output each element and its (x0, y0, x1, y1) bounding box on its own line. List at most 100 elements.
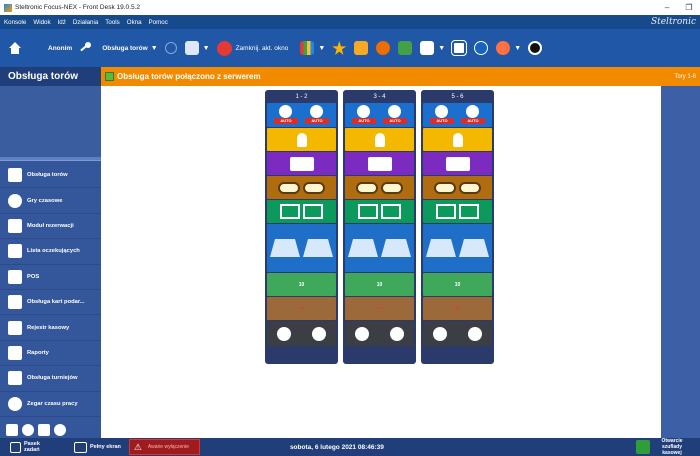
cart-icon[interactable] (354, 41, 369, 55)
key-icon[interactable] (78, 41, 92, 55)
star-icon[interactable] (332, 41, 347, 55)
sidebar-item-pos[interactable]: POS (0, 265, 101, 290)
ball-icon[interactable] (468, 326, 482, 341)
fullscreen-button[interactable]: Pełny ekran (74, 441, 121, 453)
lane-icon[interactable] (303, 239, 333, 257)
menu-dzialania[interactable]: Działania (73, 19, 98, 26)
lane-icon[interactable] (381, 239, 411, 257)
auto-mode-icon[interactable]: AUTO (428, 105, 456, 125)
bumper-icon[interactable] (459, 181, 481, 194)
bumper-icon[interactable] (356, 181, 378, 194)
lane-icon[interactable] (426, 239, 456, 257)
lane-icon[interactable] (459, 239, 489, 257)
lane-surface-row[interactable] (345, 224, 414, 272)
lightbulb-icon[interactable] (452, 132, 463, 147)
parking-icon[interactable] (474, 41, 489, 55)
bumpers-row[interactable] (423, 176, 492, 199)
auto-mode-icon[interactable]: AUTO (350, 105, 378, 125)
sidebar-item-tournaments[interactable]: Obsługa turniejów (0, 366, 101, 392)
foul-line-icon[interactable]: ••• (454, 306, 460, 312)
restore-button[interactable]: ❐ (678, 3, 700, 12)
monitor-icon[interactable] (459, 204, 479, 219)
monitor-icon[interactable] (381, 204, 401, 219)
menu-okna[interactable]: Okna (127, 19, 142, 26)
list-icon[interactable] (184, 41, 199, 55)
lightbulb-icon[interactable] (374, 132, 385, 147)
ball-return-row[interactable] (423, 321, 492, 346)
lightbulb-icon[interactable] (296, 132, 307, 147)
monitor-icon[interactable] (303, 204, 323, 219)
bumper-icon[interactable] (278, 181, 300, 194)
money-icon[interactable] (54, 424, 66, 437)
pins-row[interactable]: 10 (423, 273, 492, 296)
bumpers-row[interactable] (345, 176, 414, 199)
close-window-button[interactable]: Zamknij. akt. okno (236, 45, 289, 52)
calculator-icon[interactable] (38, 424, 50, 437)
chevron-down-icon[interactable]: ▼ (438, 45, 445, 52)
user-name[interactable]: Anonim (48, 45, 72, 52)
camera-row[interactable] (423, 152, 492, 175)
monitor-icon[interactable] (436, 204, 456, 219)
settings-icon[interactable] (22, 424, 34, 437)
camera-pins-icon[interactable] (367, 156, 392, 171)
ball-icon[interactable] (355, 326, 369, 341)
sidebar-item-reports[interactable]: Raporty (0, 341, 101, 367)
foul-line-row[interactable]: ••• (345, 297, 414, 320)
menu-tools[interactable]: Tools (105, 19, 119, 26)
foul-line-row[interactable]: ••• (423, 297, 492, 320)
pins-icon[interactable]: 10 (299, 282, 305, 288)
close-icon[interactable] (216, 40, 232, 56)
ball-icon[interactable] (277, 326, 291, 341)
lane-icon[interactable] (270, 239, 300, 257)
auto-mode-icon[interactable]: AUTO (303, 105, 331, 125)
monitor-row[interactable] (267, 200, 336, 223)
edit-icon[interactable] (420, 41, 435, 55)
chevron-down-icon[interactable]: ▼ (514, 45, 521, 52)
lanes-menu-button[interactable]: Obsługa torów (102, 45, 148, 52)
bumper-icon[interactable] (303, 181, 325, 194)
lane-surface-row[interactable] (267, 224, 336, 272)
foul-line-icon[interactable]: ••• (376, 306, 382, 312)
sidebar-item-time-clock[interactable]: Zegar czasu pracy (0, 392, 101, 417)
bumper-icon[interactable] (381, 181, 403, 194)
camera-pins-icon[interactable] (289, 156, 314, 171)
lane-surface-row[interactable] (423, 224, 492, 272)
alarm-button[interactable]: ⚠ Awarie wyłączenie (128, 439, 200, 455)
home-icon[interactable] (8, 41, 22, 55)
users-icon[interactable] (6, 424, 18, 437)
foul-line-icon[interactable]: ••• (298, 306, 304, 312)
monitor-icon[interactable] (358, 204, 378, 219)
auto-mode-icon[interactable]: AUTO (272, 105, 300, 125)
ball-return-row[interactable] (345, 321, 414, 346)
power-icon[interactable] (528, 41, 543, 55)
chevron-down-icon[interactable]: ▼ (151, 45, 158, 52)
menu-idz[interactable]: Idź (58, 19, 66, 26)
taskbar-button[interactable]: Pasek zadań (10, 441, 60, 453)
camera-pins-icon[interactable] (445, 156, 470, 171)
medal-icon[interactable] (496, 41, 511, 55)
open-drawer-button[interactable]: Otwarcie szuflady kasowej (636, 438, 690, 456)
food-icon[interactable] (376, 41, 391, 55)
dollar-icon[interactable] (398, 41, 413, 55)
chevron-down-icon[interactable]: ▼ (203, 45, 210, 52)
ball-icon[interactable] (390, 326, 404, 341)
monitor-icon[interactable] (280, 204, 300, 219)
bumper-icon[interactable] (434, 181, 456, 194)
auto-row[interactable]: AUTO AUTO (423, 103, 492, 127)
sidebar-item-lanes[interactable]: Obsługa torów (0, 163, 101, 189)
camera-row[interactable] (345, 152, 414, 175)
pins-icon[interactable]: 10 (377, 282, 383, 288)
sidebar-item-waiting-list[interactable]: Lista oczekujących (0, 239, 101, 265)
bumpers-row[interactable] (267, 176, 336, 199)
auto-mode-icon[interactable]: AUTO (459, 105, 487, 125)
camera-row[interactable] (267, 152, 336, 175)
sidebar-divider[interactable] (0, 157, 101, 161)
sidebar-item-reservations[interactable]: Moduł rezerwacji (0, 214, 101, 240)
lane-card-3-4[interactable]: 3 - 4 AUTO AUTO 10 ••• (343, 90, 416, 364)
lights-row[interactable] (423, 128, 492, 151)
ball-icon[interactable] (312, 326, 326, 341)
chevron-down-icon[interactable]: ▼ (318, 45, 325, 52)
pins-icon[interactable]: 10 (455, 282, 461, 288)
lane-card-1-2[interactable]: 1 - 2 AUTO AUTO 10 ••• (265, 90, 338, 364)
document-icon[interactable] (451, 40, 468, 56)
